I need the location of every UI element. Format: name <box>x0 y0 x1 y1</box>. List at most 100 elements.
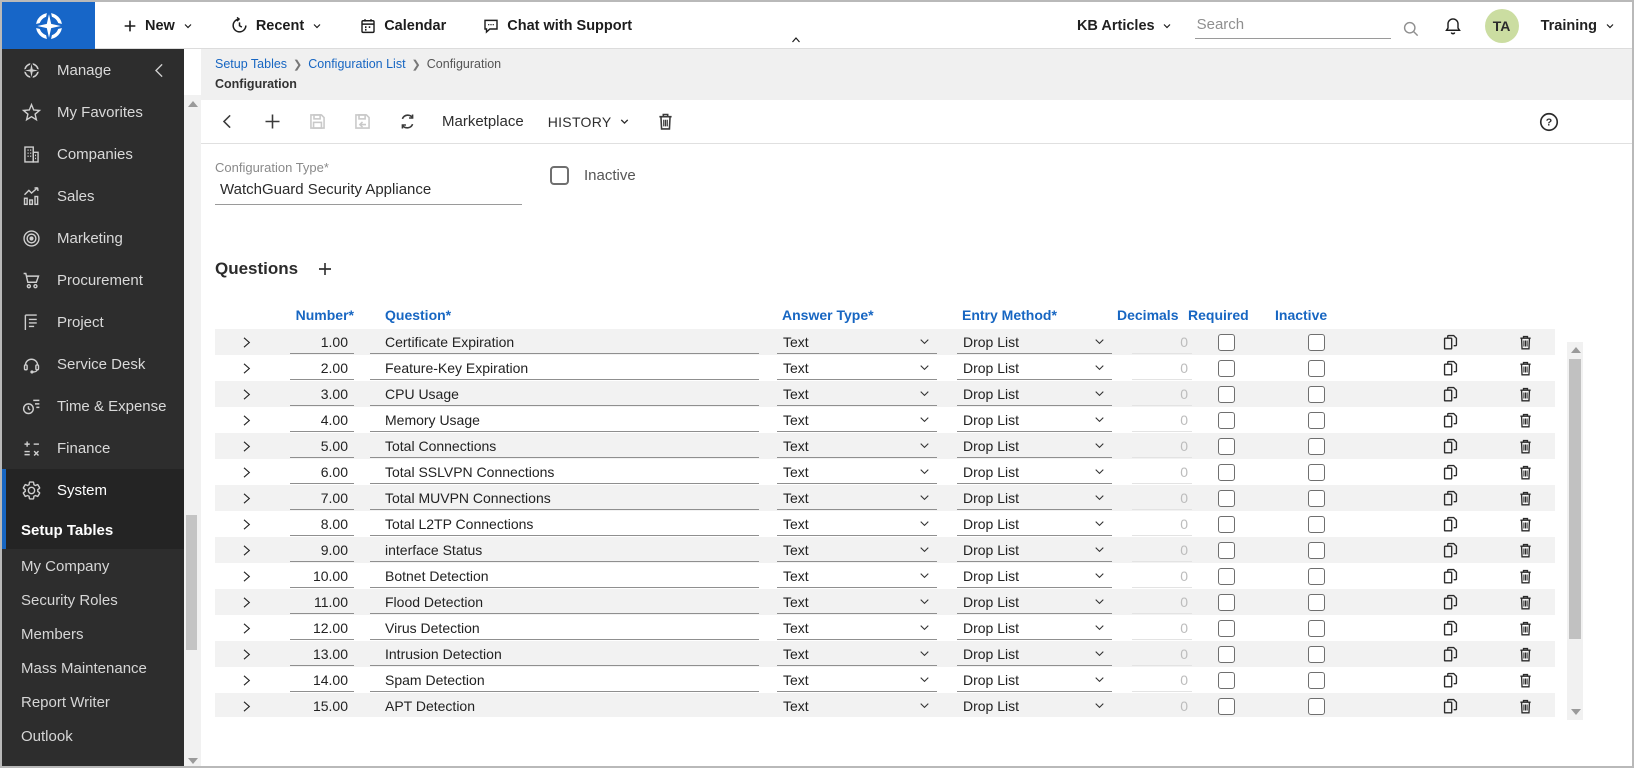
answer-type-select[interactable]: Text <box>777 642 937 666</box>
sidebar-subitem-my-company[interactable]: My Company <box>2 549 184 583</box>
question-text-field[interactable]: Memory Usage <box>370 408 759 432</box>
delete-row-button[interactable] <box>1514 511 1536 537</box>
add-button[interactable] <box>262 111 283 132</box>
sidebar-subitem-setup-tables[interactable]: Setup Tables <box>2 511 184 549</box>
entry-method-select[interactable]: Drop List <box>957 694 1112 717</box>
copy-row-button[interactable] <box>1439 563 1461 589</box>
scroll-down-arrow[interactable] <box>1571 709 1581 715</box>
question-text-field[interactable]: Total Connections <box>370 434 759 458</box>
entry-method-select[interactable]: Drop List <box>957 382 1112 406</box>
entry-method-select[interactable]: Drop List <box>957 590 1112 614</box>
question-text-field[interactable]: interface Status <box>370 538 759 562</box>
question-number-field[interactable]: 12.00 <box>290 616 354 640</box>
question-number-field[interactable]: 10.00 <box>290 564 354 588</box>
expand-row-button[interactable] <box>233 355 259 381</box>
delete-row-button[interactable] <box>1514 589 1536 615</box>
question-text-field[interactable]: Flood Detection <box>370 590 759 614</box>
copy-row-button[interactable] <box>1439 381 1461 407</box>
sidebar-scrollbar[interactable] <box>184 49 201 768</box>
delete-row-button[interactable] <box>1514 693 1536 717</box>
expand-row-button[interactable] <box>233 511 259 537</box>
scroll-up-arrow[interactable] <box>1571 347 1581 353</box>
inactive-checkbox[interactable] <box>1308 438 1325 455</box>
answer-type-select[interactable]: Text <box>777 694 937 717</box>
inactive-checkbox[interactable] <box>1308 360 1325 377</box>
required-checkbox[interactable] <box>1218 412 1235 429</box>
chat-support-button[interactable]: Chat with Support <box>482 17 632 35</box>
delete-row-button[interactable] <box>1514 667 1536 693</box>
inactive-checkbox[interactable] <box>1308 334 1325 351</box>
expand-row-button[interactable] <box>233 537 259 563</box>
inactive-checkbox[interactable] <box>1308 646 1325 663</box>
delete-row-button[interactable] <box>1514 563 1536 589</box>
new-menu-button[interactable]: New <box>122 18 194 34</box>
inactive-checkbox[interactable] <box>1308 386 1325 403</box>
sidebar-item-companies[interactable]: Companies <box>2 133 184 175</box>
inactive-checkbox[interactable] <box>1308 516 1325 533</box>
required-checkbox[interactable] <box>1218 516 1235 533</box>
question-number-field[interactable]: 8.00 <box>290 512 354 536</box>
breadcrumb-configuration-list[interactable]: Configuration List <box>308 57 405 71</box>
sidebar-scrollbar-track[interactable] <box>184 95 201 768</box>
answer-type-select[interactable]: Text <box>777 434 937 458</box>
question-number-field[interactable]: 6.00 <box>290 460 354 484</box>
config-type-field[interactable]: WatchGuard Security Appliance <box>215 175 522 205</box>
kb-articles-dropdown[interactable]: KB Articles <box>1077 18 1173 34</box>
delete-row-button[interactable] <box>1514 459 1536 485</box>
inactive-checkbox[interactable] <box>1308 568 1325 585</box>
entry-method-select[interactable]: Drop List <box>957 616 1112 640</box>
required-checkbox[interactable] <box>1218 594 1235 611</box>
sidebar-item-project[interactable]: Project <box>2 301 184 343</box>
answer-type-select[interactable]: Text <box>777 538 937 562</box>
required-checkbox[interactable] <box>1218 672 1235 689</box>
inactive-checkbox[interactable] <box>1308 672 1325 689</box>
recent-menu-button[interactable]: Recent <box>230 16 323 35</box>
breadcrumb-setup-tables[interactable]: Setup Tables <box>215 57 287 71</box>
question-number-field[interactable]: 11.00 <box>290 590 354 614</box>
question-number-field[interactable]: 2.00 <box>290 356 354 380</box>
required-checkbox[interactable] <box>1218 698 1235 715</box>
sidebar-item-finance[interactable]: Finance <box>2 427 184 469</box>
inactive-checkbox[interactable] <box>550 166 569 185</box>
required-checkbox[interactable] <box>1218 386 1235 403</box>
sidebar-item-procurement[interactable]: Procurement <box>2 259 184 301</box>
sidebar-item-sales[interactable]: Sales <box>2 175 184 217</box>
answer-type-select[interactable]: Text <box>777 486 937 510</box>
required-checkbox[interactable] <box>1218 646 1235 663</box>
expand-row-button[interactable] <box>233 407 259 433</box>
answer-type-select[interactable]: Text <box>777 408 937 432</box>
entry-method-select[interactable]: Drop List <box>957 486 1112 510</box>
user-menu[interactable]: Training <box>1541 18 1616 34</box>
collapse-topbar-button[interactable] <box>788 33 804 45</box>
required-checkbox[interactable] <box>1218 334 1235 351</box>
expand-row-button[interactable] <box>233 693 259 717</box>
required-checkbox[interactable] <box>1218 464 1235 481</box>
sidebar-item-marketing[interactable]: Marketing <box>2 217 184 259</box>
copy-row-button[interactable] <box>1439 667 1461 693</box>
answer-type-select[interactable]: Text <box>777 512 937 536</box>
scroll-up-arrow[interactable] <box>188 101 198 107</box>
inactive-checkbox[interactable] <box>1308 698 1325 715</box>
search-icon[interactable] <box>1401 19 1421 39</box>
required-checkbox[interactable] <box>1218 542 1235 559</box>
scroll-down-arrow[interactable] <box>188 758 198 764</box>
entry-method-select[interactable]: Drop List <box>957 356 1112 380</box>
entry-method-select[interactable]: Drop List <box>957 512 1112 536</box>
answer-type-select[interactable]: Text <box>777 382 937 406</box>
copy-row-button[interactable] <box>1439 355 1461 381</box>
question-number-field[interactable]: 14.00 <box>290 668 354 692</box>
question-number-field[interactable]: 5.00 <box>290 434 354 458</box>
delete-row-button[interactable] <box>1514 433 1536 459</box>
add-question-button[interactable] <box>316 260 334 278</box>
required-checkbox[interactable] <box>1218 568 1235 585</box>
question-text-field[interactable]: Certificate Expiration <box>370 330 759 354</box>
sidebar-scrollbar-thumb[interactable] <box>186 515 197 650</box>
question-number-field[interactable]: 1.00 <box>290 330 354 354</box>
inactive-checkbox[interactable] <box>1308 490 1325 507</box>
expand-row-button[interactable] <box>233 563 259 589</box>
user-avatar[interactable]: TA <box>1485 9 1519 43</box>
answer-type-select[interactable]: Text <box>777 616 937 640</box>
question-number-field[interactable]: 15.00 <box>290 694 354 717</box>
question-text-field[interactable]: Spam Detection <box>370 668 759 692</box>
entry-method-select[interactable]: Drop List <box>957 330 1112 354</box>
